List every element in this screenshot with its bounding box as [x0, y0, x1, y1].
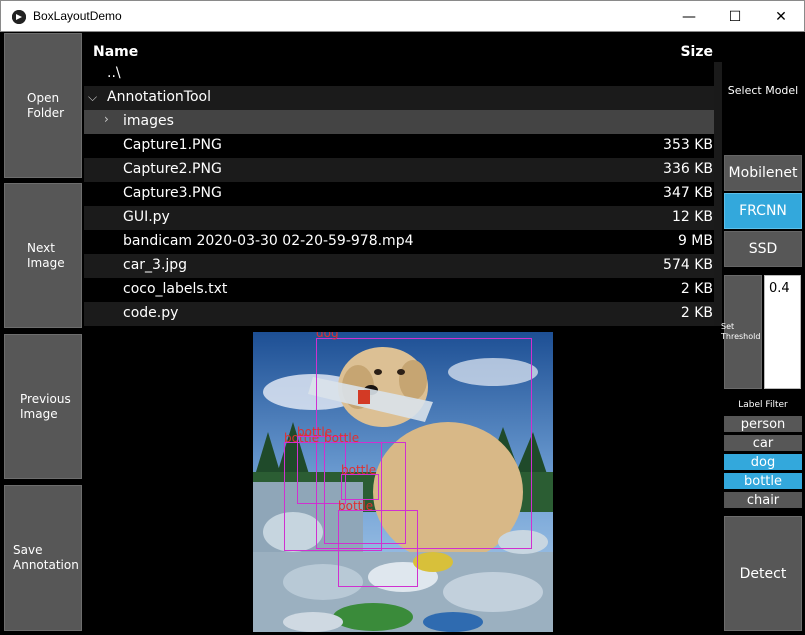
filter-dog-toggle[interactable]: dog [724, 454, 802, 470]
file-name: bandicam 2020-03-30 02-20-59-978.mp4 [123, 233, 414, 249]
detection-box-bottle[interactable] [341, 474, 379, 500]
next-image-label: Next Image [27, 240, 65, 270]
folder-name: AnnotationTool [107, 89, 211, 105]
label-filter-title: Label Filter [738, 400, 788, 410]
file-name: GUI.py [123, 209, 170, 225]
file-size: 9 MB [677, 233, 713, 249]
file-size: 2 KB [680, 305, 713, 321]
detection-box-bottle[interactable] [338, 510, 418, 587]
file-row[interactable]: Capture1.PNG 353 KB [84, 134, 722, 158]
file-row[interactable]: car_3.jpg 574 KB [84, 254, 722, 278]
filter-chair-toggle[interactable]: chair [724, 492, 802, 508]
maximize-button[interactable]: ☐ [712, 1, 758, 32]
select-model-label: Select Model [727, 84, 799, 97]
file-name: ..\ [107, 65, 121, 81]
previous-image-label: Previous Image [20, 391, 71, 421]
file-row[interactable]: GUI.py 12 KB [84, 206, 722, 230]
open-folder-label: Open Folder [27, 90, 65, 120]
folder-row[interactable]: ⌵ AnnotationTool [84, 86, 722, 110]
file-size: 347 KB [663, 185, 713, 201]
file-name: coco_labels.txt [123, 281, 228, 297]
window-title: BoxLayoutDemo [33, 9, 122, 23]
file-size: 574 KB [663, 257, 713, 273]
detection-image: dog bottle bottle bottle bottle bottle [253, 332, 553, 632]
chevron-right-icon[interactable]: › [104, 112, 109, 126]
column-header-size[interactable]: Size [680, 44, 713, 60]
minimize-button[interactable]: — [666, 1, 712, 32]
file-browser[interactable]: Name Size ..\ ⌵ AnnotationTool › images … [84, 38, 722, 328]
file-row-parent[interactable]: ..\ [84, 62, 722, 86]
file-name: car_3.jpg [123, 257, 188, 273]
file-row[interactable]: code.py 2 KB [84, 302, 722, 326]
file-row[interactable]: coco_labels.txt 2 KB [84, 278, 722, 302]
filter-car-toggle[interactable]: car [724, 435, 802, 451]
set-threshold-button[interactable]: Set Threshold [721, 275, 762, 389]
file-size: 353 KB [663, 137, 713, 153]
previous-image-button[interactable]: Previous Image [4, 334, 82, 479]
file-size: 2 KB [680, 281, 713, 297]
save-annotation-label: Save Annotation [13, 543, 79, 572]
threshold-input[interactable]: 0.4 [764, 275, 801, 389]
chevron-down-icon[interactable]: ⌵ [88, 90, 97, 105]
filter-person-toggle[interactable]: person [724, 416, 802, 432]
app-icon [12, 10, 26, 24]
filter-bottle-toggle[interactable]: bottle [724, 473, 802, 489]
title-bar: BoxLayoutDemo — ☐ ✕ [0, 0, 805, 32]
model-ssd-button[interactable]: SSD [724, 231, 802, 267]
next-image-button[interactable]: Next Image [4, 183, 82, 328]
column-header-name[interactable]: Name [93, 44, 138, 60]
detection-label-bottle: bottle [324, 431, 360, 445]
file-row[interactable]: bandicam 2020-03-30 02-20-59-978.mp4 9 M… [84, 230, 722, 254]
open-folder-button[interactable]: Open Folder [4, 33, 82, 178]
save-annotation-button[interactable]: Save Annotation [4, 485, 82, 631]
detection-label-bottle: bottle [338, 499, 374, 513]
detection-label-bottle: bottle [341, 463, 377, 477]
folder-name: images [123, 113, 174, 129]
file-size: 336 KB [663, 161, 713, 177]
model-mobilenet-button[interactable]: Mobilenet [724, 155, 802, 191]
detection-label-dog: dog [316, 332, 339, 340]
file-name: Capture3.PNG [123, 185, 222, 201]
file-row[interactable]: Capture3.PNG 347 KB [84, 182, 722, 206]
file-browser-scrollbar[interactable] [714, 62, 722, 326]
file-row[interactable]: Capture2.PNG 336 KB [84, 158, 722, 182]
set-threshold-label: Set Threshold [721, 322, 761, 341]
close-button[interactable]: ✕ [758, 1, 804, 32]
folder-row[interactable]: › images [84, 110, 722, 134]
detect-button[interactable]: Detect [724, 516, 802, 631]
file-name: Capture1.PNG [123, 137, 222, 153]
model-frcnn-button[interactable]: FRCNN [724, 193, 802, 229]
file-name: code.py [123, 305, 179, 321]
file-size: 12 KB [671, 209, 713, 225]
file-name: Capture2.PNG [123, 161, 222, 177]
